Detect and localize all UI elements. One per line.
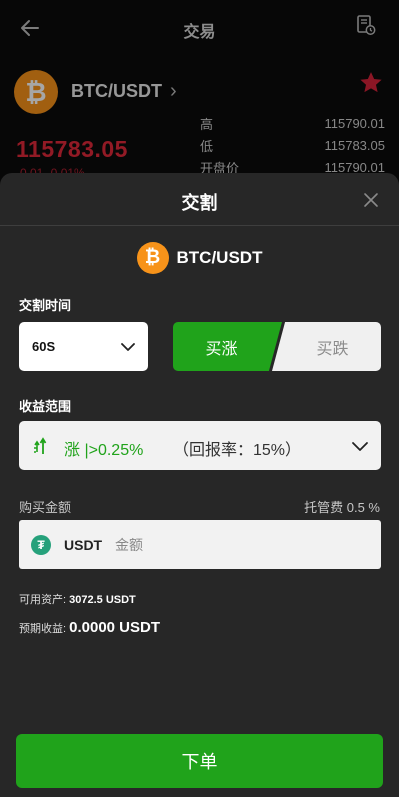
- amount-field[interactable]: ₮ USDT: [19, 520, 381, 569]
- currency-label: USDT: [64, 537, 103, 553]
- expected-value: 0.0000 USDT: [69, 619, 161, 636]
- available-label: 可用资产:: [19, 594, 67, 606]
- available-assets: 可用资产: 3072.5 USDT: [19, 591, 136, 607]
- delivery-time-select[interactable]: 60S: [19, 322, 148, 371]
- custody-fee: 托管费 0.5 %: [304, 497, 380, 516]
- chevron-down-icon: [121, 343, 135, 351]
- range-up-value: 涨 |>0.25%: [64, 442, 144, 459]
- available-value: 3072.5 USDT: [69, 594, 136, 606]
- sheet-pair: ₿ BTC/USDT: [0, 241, 399, 275]
- buy-amount-label: 购买金额: [19, 500, 72, 515]
- profit-range-label: 收益范围: [19, 399, 72, 414]
- trend-up-icon: [34, 437, 47, 454]
- tether-icon: ₮: [31, 535, 51, 555]
- buy-down-button[interactable]: 买跌: [272, 322, 381, 371]
- fee-value: 0.5 %: [346, 500, 380, 515]
- close-icon[interactable]: [361, 190, 381, 210]
- expected-label: 预期收益:: [19, 623, 67, 635]
- sheet-title: 交割: [181, 193, 218, 213]
- return-rate: （回报率：15%）: [173, 442, 302, 459]
- delivery-time-value: 60S: [32, 339, 56, 354]
- sheet-pair-label: BTC/USDT: [176, 248, 263, 267]
- chevron-down-icon: [352, 442, 368, 451]
- divider: [0, 225, 399, 226]
- bitcoin-icon: ₿: [136, 242, 169, 274]
- delivery-sheet: 交割 ₿ BTC/USDT 交割时间 60S 买涨 买跌 收益范围 涨 |>0.…: [0, 173, 399, 797]
- fee-label: 托管费: [304, 500, 344, 515]
- amount-input[interactable]: [115, 532, 365, 558]
- expected-profit: 预期收益: 0.0000 USDT: [19, 619, 160, 636]
- profit-range-select[interactable]: 涨 |>0.25% （回报率：15%）: [19, 421, 381, 470]
- delivery-time-label: 交割时间: [19, 298, 72, 313]
- buy-up-button[interactable]: 买涨: [173, 322, 282, 371]
- place-order-button[interactable]: 下单: [16, 734, 383, 788]
